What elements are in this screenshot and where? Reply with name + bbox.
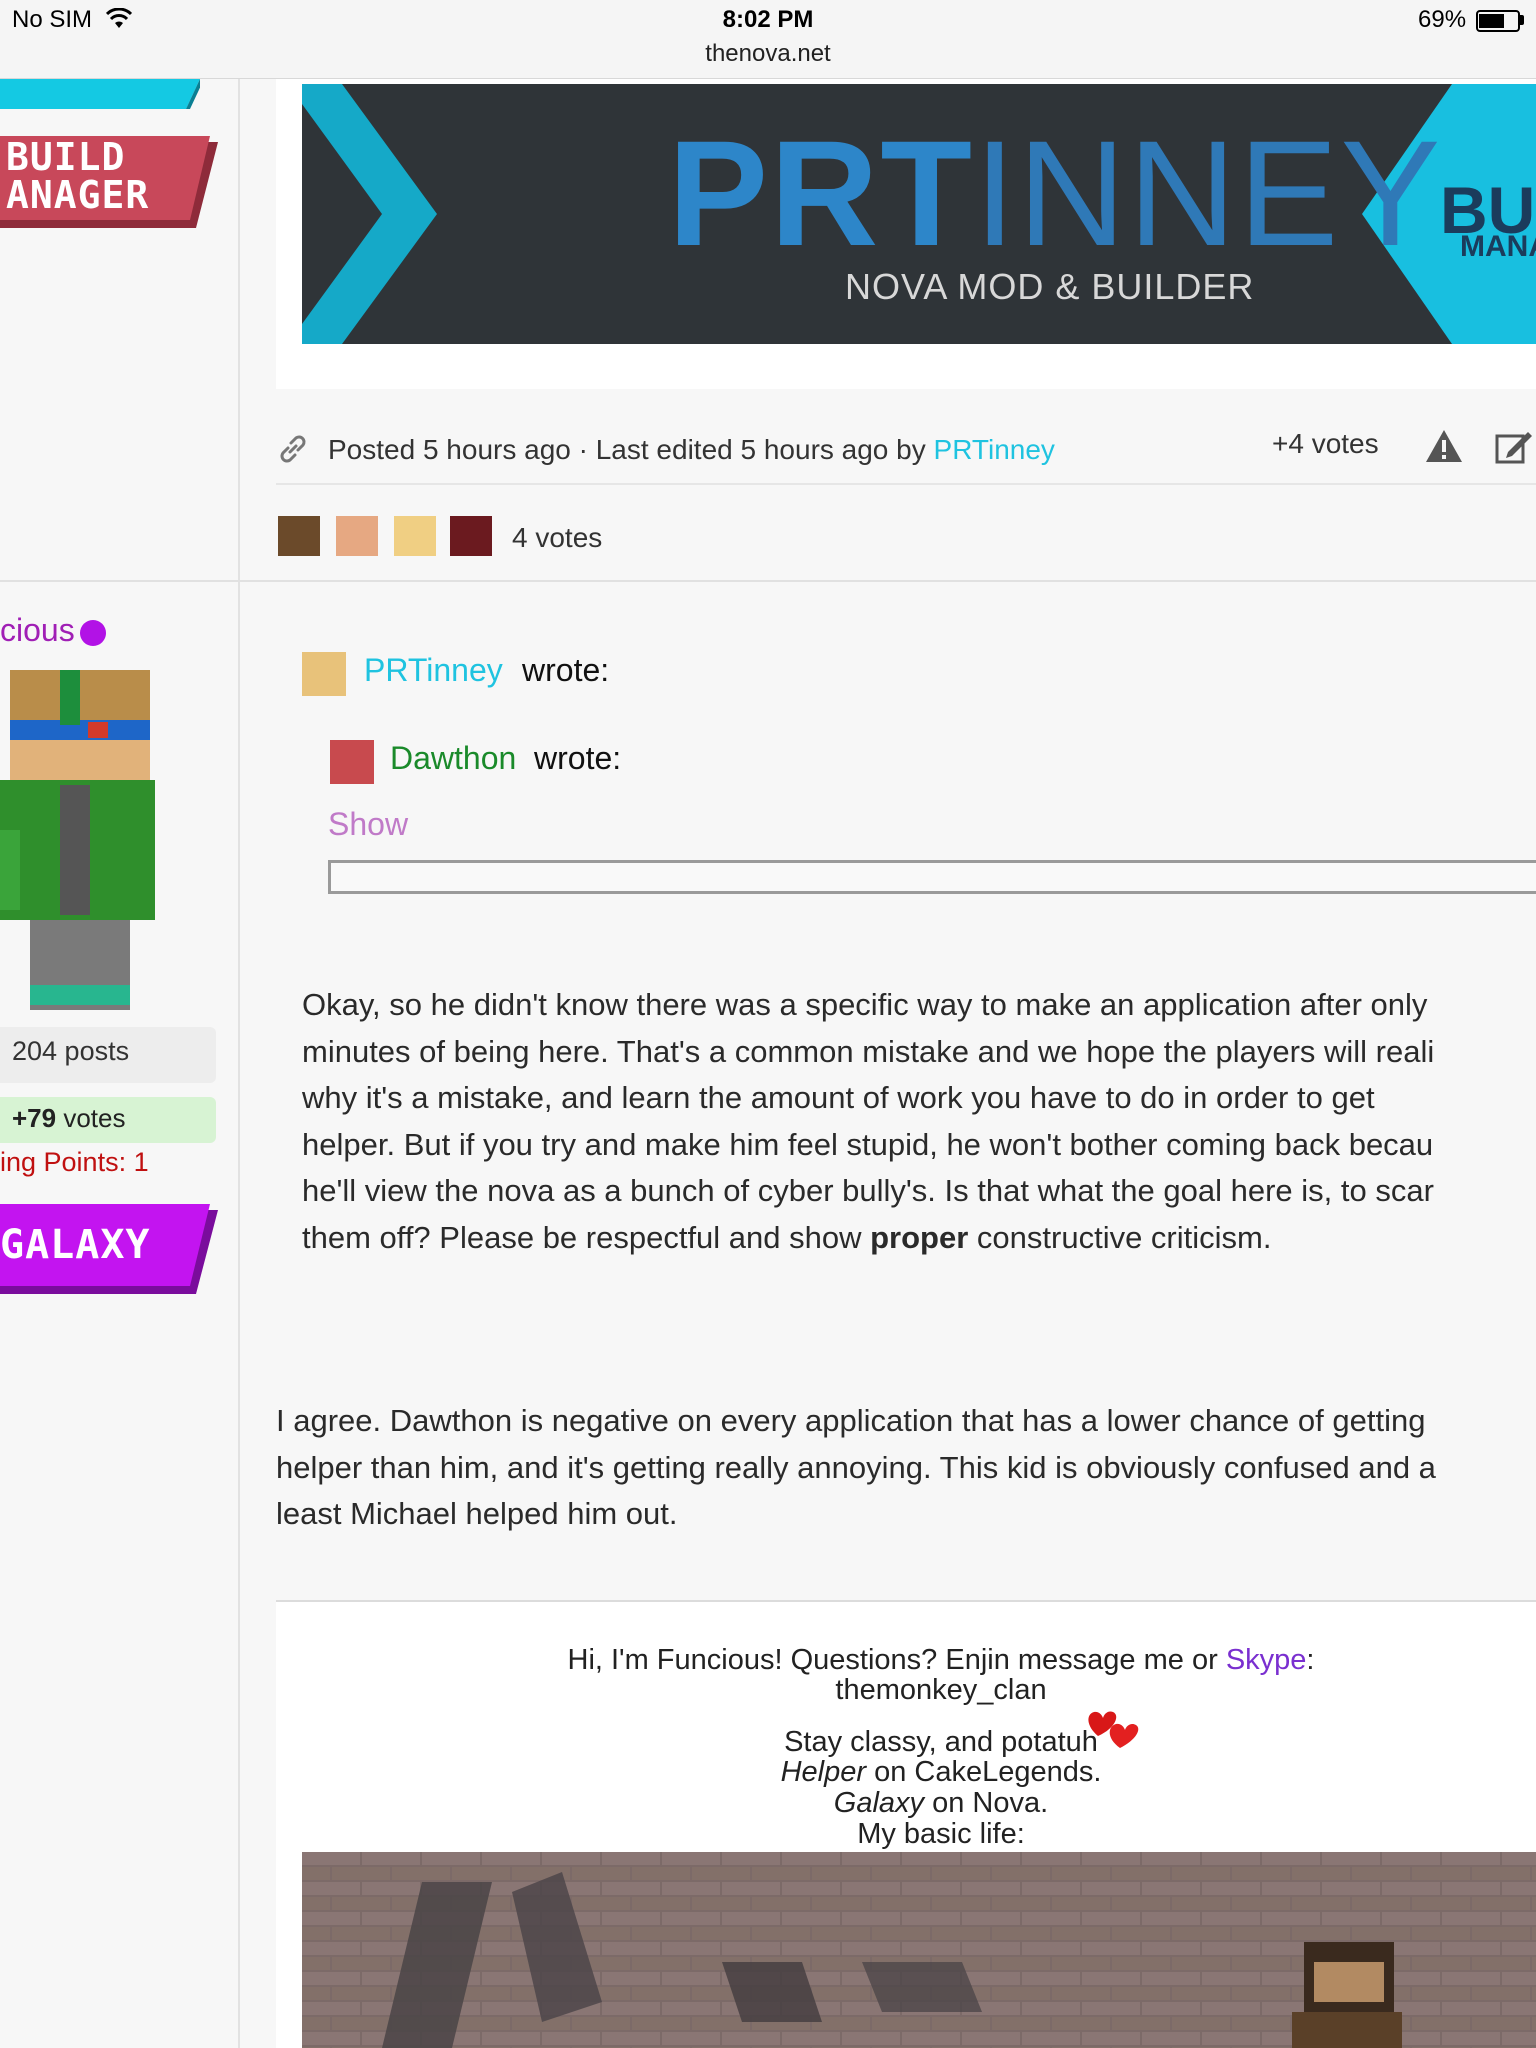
quote-avatar-dawthon — [330, 740, 374, 784]
battery-percent: 69% — [1418, 6, 1467, 33]
quote-author-prtinney[interactable]: PRTinney — [364, 652, 503, 689]
voter-avatar[interactable] — [278, 516, 320, 556]
banner-subtitle: NOVA MOD & BUILDER — [845, 266, 1255, 307]
signature-line: Stay classy, and potatuh — [784, 1726, 1098, 1758]
post-divider — [0, 580, 1536, 582]
permalink-icon[interactable] — [276, 432, 310, 466]
skype-link[interactable]: Skype — [1226, 1644, 1307, 1676]
signature-line: My basic life: — [857, 1818, 1025, 1850]
post-votes[interactable]: +4 votes — [1272, 428, 1379, 460]
hearts-icon — [1088, 1711, 1139, 1748]
signature-line: Hi, I'm Funcious! Questions? Enjin messa… — [567, 1644, 1315, 1676]
signature-line: Helper on CakeLegends. — [780, 1756, 1102, 1788]
battery-tip — [1520, 15, 1524, 25]
banner-side-text-2: MANA — [1460, 230, 1536, 263]
post-count: 204 posts — [12, 1036, 130, 1066]
url-bar[interactable]: thenova.net — [0, 40, 1536, 68]
signature-line: Galaxy on Nova. — [833, 1787, 1049, 1819]
quote-wrote-label: wrote: — [534, 740, 622, 776]
voter-avatar[interactable] — [450, 516, 492, 556]
banner-title: PRTINNEY — [668, 109, 1443, 277]
voter-avatar[interactable] — [336, 516, 378, 556]
clock: 8:02 PM — [722, 6, 814, 33]
voter-avatar[interactable] — [394, 516, 436, 556]
rank-badge-cyan — [0, 79, 200, 109]
galaxy-badge-text: GALAXY — [0, 1222, 151, 1268]
voter-count[interactable]: 4 votes — [512, 522, 602, 554]
reply-paragraph: I agree. Dawthon is negative on every ap… — [276, 1403, 1436, 1531]
build-manager-text: BUILD ANAGER — [6, 135, 150, 217]
signature-image — [302, 1852, 1536, 2048]
quoted-paragraph: Okay, so he didn't know there was a spec… — [302, 987, 1435, 1255]
online-status-dot — [80, 620, 106, 646]
quote-author-dawthon[interactable]: Dawthon — [390, 740, 516, 777]
ranking-points: ing Points: 1 — [0, 1147, 149, 1177]
meta-divider — [276, 483, 1536, 485]
quote-avatar-prtinney — [302, 652, 346, 696]
author-votes: +79 votes — [12, 1103, 126, 1133]
signature-skype-name: themonkey_clan — [835, 1674, 1047, 1706]
post-timestamp: Posted 5 hours ago · Last edited 5 hours… — [328, 434, 1055, 465]
battery-level — [1479, 14, 1504, 28]
quote-wrote-label: wrote: — [522, 652, 610, 688]
report-warning-icon[interactable] — [1424, 428, 1464, 464]
edit-icon[interactable] — [1494, 428, 1534, 466]
signature-image-art — [302, 1852, 1536, 2048]
author-avatar[interactable] — [0, 660, 160, 1020]
author-username[interactable]: cious — [0, 612, 75, 649]
editor-link[interactable]: PRTinney — [934, 434, 1055, 465]
show-spoiler-link[interactable]: Show — [328, 806, 408, 843]
spoiler-box — [328, 860, 1536, 894]
